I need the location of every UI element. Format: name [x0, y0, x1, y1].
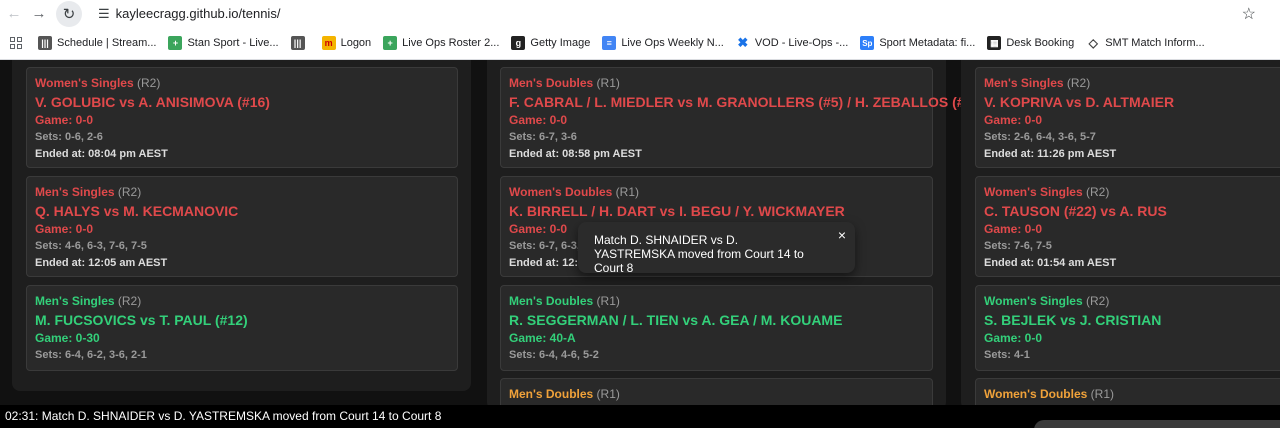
- match-ended: Ended at: 08:58 pm AEST: [509, 148, 642, 160]
- diamond-icon: ◇: [1086, 36, 1101, 50]
- match-game: Game: 40-A: [509, 331, 576, 345]
- match-sets: Sets: 6-7, 3-6: [509, 131, 577, 143]
- match-category: Women's Doubles (R1): [509, 185, 639, 199]
- match-players: F. CABRAL / L. MIEDLER vs M. GRANOLLERS …: [509, 94, 977, 110]
- bookmark-item[interactable]: ||| Schedule | Stream...: [38, 36, 156, 50]
- match-card[interactable]: Women's Doubles (R1): [975, 378, 1280, 405]
- match-card[interactable]: Men's Singles (R2) Q. HALYS vs M. KECMAN…: [26, 176, 458, 277]
- document-icon: ≡: [602, 36, 617, 50]
- forward-arrow-icon[interactable]: →: [28, 3, 50, 25]
- bookmark-item[interactable]: ✖ VOD - Live-Ops -...: [735, 35, 848, 50]
- close-icon[interactable]: ×: [838, 228, 846, 242]
- desk-icon: ▦: [987, 36, 1002, 50]
- plus-green-icon: +: [383, 36, 398, 50]
- match-card[interactable]: Men's Singles (R2) V. KOPRIVA vs D. ALTM…: [975, 67, 1280, 168]
- bookmark-item[interactable]: g Getty Image: [511, 36, 590, 50]
- match-ended: Ended at: 01:54 am AEST: [984, 257, 1117, 269]
- match-card[interactable]: Women's Singles (R2) C. TAUSON (#22) vs …: [975, 176, 1280, 277]
- court-column: Women's Singles (R2) V. GOLUBIC vs A. AN…: [12, 60, 471, 391]
- mcdonalds-icon: m: [321, 36, 336, 50]
- bars-icon: |||: [290, 36, 305, 50]
- match-category: Men's Singles (R2): [984, 76, 1091, 90]
- match-players: R. SEGGERMAN / L. TIEN vs A. GEA / M. KO…: [509, 312, 843, 328]
- getty-icon: g: [511, 36, 526, 50]
- match-players: V. KOPRIVA vs D. ALTMAIER: [984, 94, 1175, 110]
- bookmark-item[interactable]: + Live Ops Roster 2...: [383, 36, 499, 50]
- site-settings-icon[interactable]: ☰: [98, 6, 110, 22]
- match-sets: Sets: 4-1: [984, 349, 1030, 361]
- match-players: C. TAUSON (#22) vs A. RUS: [984, 203, 1167, 219]
- match-card[interactable]: Men's Doubles (R1) F. CABRAL / L. MIEDLE…: [500, 67, 977, 168]
- match-card[interactable]: Men's Doubles (R1) R. SEGGERMAN / L. TIE…: [500, 285, 933, 371]
- match-game: Game: 0-0: [35, 113, 94, 127]
- match-category: Men's Doubles (R1): [509, 294, 620, 308]
- bookmark-item[interactable]: ◇ SMT Match Inform...: [1086, 36, 1205, 50]
- match-game: Game: 0-0: [984, 222, 1043, 236]
- match-card[interactable]: Women's Singles (R2) V. GOLUBIC vs A. AN…: [26, 67, 458, 168]
- match-category: Women's Singles (R2): [984, 294, 1110, 308]
- bookmark-item[interactable]: Sp Sport Metadata: fi...: [860, 36, 975, 50]
- bookmark-item[interactable]: + Stan Sport - Live...: [168, 36, 279, 50]
- notification-toast: Match D. SHNAIDER vs D. YASTREMSKA moved…: [578, 222, 855, 275]
- back-arrow-icon[interactable]: ←: [3, 3, 25, 25]
- bookmark-item[interactable]: ▦ Desk Booking: [987, 36, 1074, 50]
- match-card[interactable]: Women's Singles (R2) S. BEJLEK vs J. CRI…: [975, 285, 1280, 371]
- match-card[interactable]: Men's Singles (R2) M. FUCSOVICS vs T. PA…: [26, 285, 458, 371]
- bookmarks-bar: ||| Schedule | Stream... + Stan Sport - Li…: [0, 27, 1280, 60]
- match-players: Q. HALYS vs M. KECMANOVIC: [35, 203, 239, 219]
- match-players: K. BIRRELL / H. DART vs I. BEGU / Y. WIC…: [509, 203, 845, 219]
- cross-blue-icon: ✖: [735, 35, 750, 50]
- match-category: Women's Doubles (R1): [984, 387, 1114, 401]
- toast-message: Match D. SHNAIDER vs D. YASTREMSKA moved…: [594, 233, 804, 275]
- reload-icon[interactable]: ↻: [56, 0, 82, 27]
- match-game: Game: 0-0: [35, 222, 94, 236]
- match-ended: Ended at: 11:26 pm AEST: [984, 148, 1117, 160]
- bookmark-star-icon[interactable]: ☆: [1242, 4, 1256, 24]
- bookmark-item[interactable]: m Logon: [321, 36, 371, 50]
- bars-icon: |||: [38, 36, 52, 50]
- scroll-handle[interactable]: [1034, 420, 1280, 428]
- match-card[interactable]: Men's Doubles (R1): [500, 378, 933, 405]
- match-ended: Ended at: 08:04 pm AEST: [35, 148, 168, 160]
- apps-grid-icon[interactable]: [10, 37, 22, 49]
- match-sets: Sets: 7-6, 7-5: [984, 240, 1052, 252]
- match-game: Game: 0-30: [35, 331, 100, 345]
- address-bar[interactable]: kayleecragg.github.io/tennis/: [116, 6, 281, 21]
- bookmark-item[interactable]: ≡ Live Ops Weekly N...: [602, 36, 724, 50]
- match-sets: Sets: 0-6, 2-6: [35, 131, 103, 143]
- match-players: V. GOLUBIC vs A. ANISIMOVA (#16): [35, 94, 270, 110]
- browser-toolbar: ← → ↻ ☰ kayleecragg.github.io/tennis/ ☆: [0, 0, 1280, 27]
- match-ended: Ended at: 12:05 am AEST: [35, 257, 168, 269]
- match-game: Game: 0-0: [984, 113, 1043, 127]
- match-sets: Sets: 6-4, 6-2, 3-6, 2-1: [35, 349, 147, 361]
- match-game: Game: 0-0: [984, 331, 1043, 345]
- match-category: Men's Singles (R2): [35, 294, 142, 308]
- match-category: Men's Doubles (R1): [509, 76, 620, 90]
- bookmark-item[interactable]: |||: [290, 36, 310, 50]
- sp-icon: Sp: [860, 36, 875, 50]
- plus-green-icon: +: [168, 36, 183, 50]
- match-category: Women's Singles (R2): [984, 185, 1110, 199]
- match-sets: Sets: 6-4, 4-6, 5-2: [509, 349, 599, 361]
- court-column: Men's Singles (R2) V. KOPRIVA vs D. ALTM…: [961, 60, 1280, 405]
- match-game: Game: 0-0: [509, 113, 568, 127]
- match-sets: Sets: 4-6, 6-3, 7-6, 7-5: [35, 240, 147, 252]
- match-sets: Sets: 2-6, 6-4, 3-6, 5-7: [984, 131, 1096, 143]
- match-category: Men's Singles (R2): [35, 185, 142, 199]
- match-players: S. BEJLEK vs J. CRISTIAN: [984, 312, 1162, 328]
- match-category: Women's Singles (R2): [35, 76, 161, 90]
- match-category: Men's Doubles (R1): [509, 387, 620, 401]
- match-players: M. FUCSOVICS vs T. PAUL (#12): [35, 312, 248, 328]
